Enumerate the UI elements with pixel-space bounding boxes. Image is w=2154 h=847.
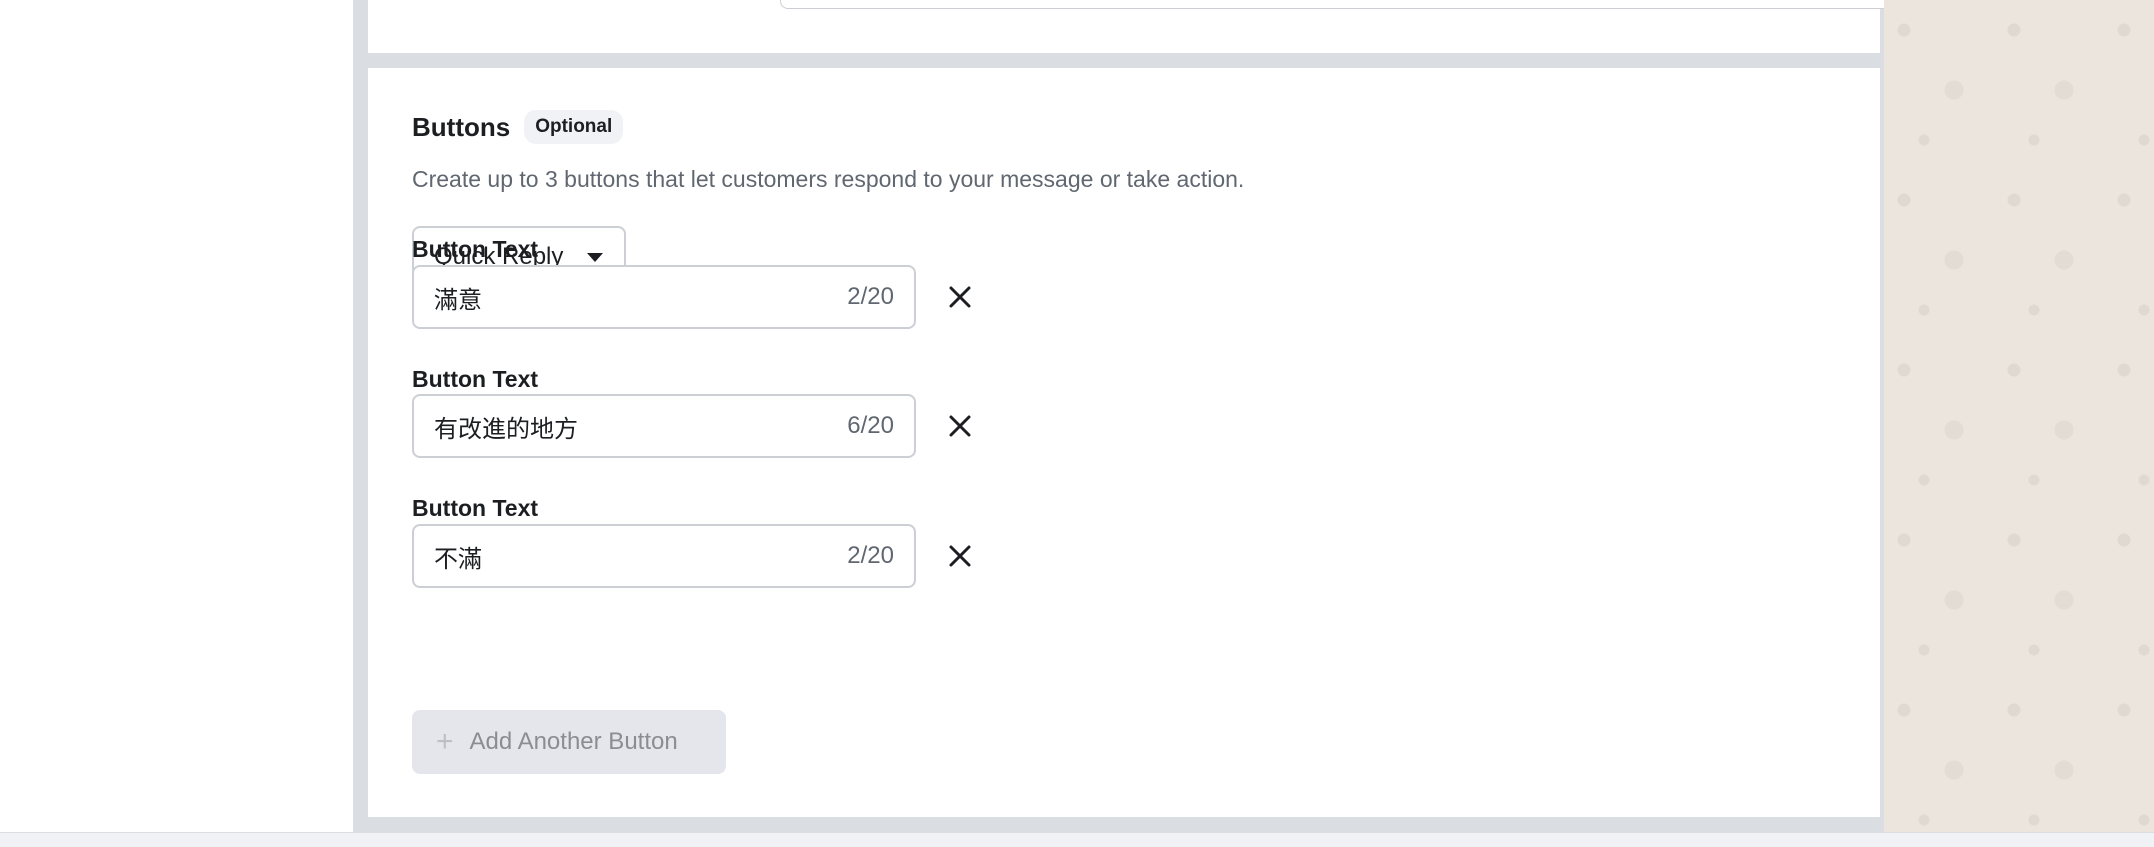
char-counter: 2/20: [847, 283, 894, 310]
bottom-bar: [0, 832, 2154, 847]
close-icon[interactable]: [942, 279, 978, 315]
section-header: Buttons Optional: [412, 110, 624, 144]
previous-section-card: [368, 0, 2154, 53]
close-icon[interactable]: [942, 538, 978, 574]
char-counter: 2/20: [847, 542, 894, 569]
caret-down-icon: [587, 252, 604, 262]
button-text-input[interactable]: 滿意 2/20: [412, 265, 916, 329]
button-text-value: 有改進的地方: [434, 415, 578, 443]
button-text-label: Button Text: [412, 236, 539, 262]
button-text-input[interactable]: 有改進的地方 6/20: [412, 394, 916, 458]
char-counter: 6/20: [847, 412, 894, 439]
button-text-label: Button Text: [412, 366, 539, 392]
add-another-button-label: Add Another Button: [469, 728, 678, 755]
button-text-input[interactable]: 不滿 2/20: [412, 524, 916, 588]
close-icon[interactable]: [942, 408, 978, 444]
section-description: Create up to 3 buttons that let customer…: [412, 166, 1245, 192]
optional-badge: Optional: [524, 110, 624, 144]
button-text-value: 滿意: [434, 286, 482, 314]
add-another-button[interactable]: + Add Another Button: [412, 710, 726, 774]
button-text-label: Button Text: [412, 495, 539, 521]
plus-icon: +: [436, 725, 454, 758]
section-title: Buttons: [412, 111, 511, 142]
chat-preview-wallpaper: [1884, 0, 2154, 832]
buttons-section-card: Buttons Optional Create up to 3 buttons …: [368, 68, 1880, 817]
button-text-value: 不滿: [434, 545, 482, 573]
left-pane: [0, 0, 354, 832]
